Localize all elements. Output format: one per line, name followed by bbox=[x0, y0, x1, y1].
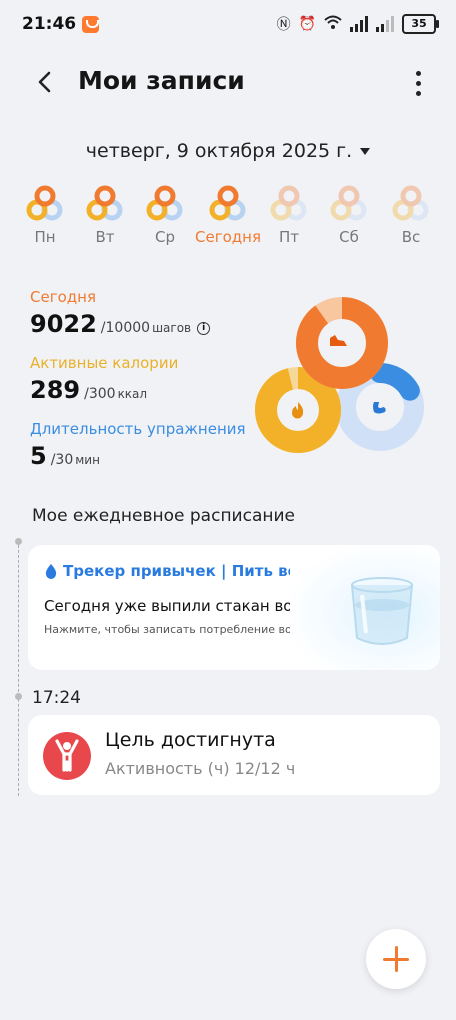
goal-title: Цель достигнута bbox=[105, 729, 276, 751]
more-options-button[interactable] bbox=[406, 66, 430, 100]
app-notification-icon bbox=[82, 16, 99, 33]
day-3[interactable]: Ср bbox=[135, 182, 195, 246]
steps-goal: /10000 bbox=[100, 320, 151, 336]
caret-down-icon bbox=[360, 148, 371, 155]
status-time: 21:46 bbox=[22, 14, 77, 34]
flame-icon bbox=[292, 402, 304, 419]
goal-achieved-card[interactable]: Цель достигнута Активность (ч) 12/12 ч bbox=[28, 715, 440, 795]
day-rings-icon bbox=[146, 185, 183, 221]
exercise-goal: /30 bbox=[50, 452, 74, 468]
day-label: Пт bbox=[278, 228, 300, 246]
wifi-icon bbox=[324, 15, 342, 33]
day-2[interactable]: Вт bbox=[75, 182, 135, 246]
exercise-value: 5/30 мин bbox=[30, 442, 270, 470]
day-rings-icon bbox=[392, 185, 429, 221]
exercise-unit: мин bbox=[75, 453, 100, 467]
day-label: Сегодня bbox=[195, 228, 261, 246]
nfc-icon: Ⓝ bbox=[276, 17, 291, 33]
day-1[interactable]: Пн bbox=[15, 182, 75, 246]
calories-unit: ккал bbox=[117, 387, 148, 401]
steps-value[interactable]: 9022/10000 шагов i bbox=[30, 310, 270, 338]
water-drop-icon bbox=[45, 564, 57, 579]
status-bar: 21:46 Ⓝ ⏰ 35 bbox=[0, 0, 456, 52]
week-strip: Пн Вт Ср Сегодня Пт Сб Вс bbox=[0, 182, 456, 254]
water-hint-text: Нажмите, чтобы записать потребление воды… bbox=[44, 623, 312, 636]
person-raising-arms-icon bbox=[43, 732, 91, 780]
date-label: четверг, 9 октября 2025 г. bbox=[85, 140, 353, 162]
shoe-icon bbox=[330, 335, 347, 346]
steps-label: Сегодня bbox=[30, 288, 96, 306]
back-button[interactable] bbox=[30, 66, 62, 98]
exercise-count: 5 bbox=[30, 442, 47, 470]
steps-count: 9022 bbox=[30, 310, 97, 338]
day-rings-icon bbox=[330, 185, 367, 221]
water-card-title: Трекер привычек | Пить воду bbox=[63, 562, 320, 580]
exercise-label: Длительность упражнения bbox=[30, 420, 246, 438]
water-question: Сегодня уже выпили стакан воды? bbox=[44, 597, 323, 615]
day-label: Пн bbox=[34, 228, 56, 246]
status-icons: Ⓝ ⏰ 35 bbox=[276, 14, 439, 34]
day-4[interactable]: Сегодня bbox=[195, 182, 261, 246]
signal-2-icon bbox=[376, 16, 394, 32]
timeline-dot bbox=[15, 538, 22, 545]
day-rings-icon bbox=[209, 185, 246, 221]
water-hint: Нажмите, чтобы записать потребление воды… bbox=[44, 623, 323, 636]
day-rings-icon bbox=[86, 185, 123, 221]
goal-subtitle: Активность (ч) 12/12 ч bbox=[105, 759, 296, 778]
calories-goal: /300 bbox=[84, 386, 116, 402]
back-arrow-icon bbox=[38, 71, 51, 93]
calories-label: Активные калории bbox=[30, 354, 179, 372]
day-rings-icon bbox=[26, 185, 63, 221]
day-label: Ср bbox=[155, 228, 175, 246]
app-header: Мои записи bbox=[0, 56, 456, 112]
calories-count: 289 bbox=[30, 376, 81, 404]
muscle-icon bbox=[373, 402, 386, 414]
signal-icon bbox=[350, 16, 368, 32]
day-7[interactable]: Вс bbox=[381, 182, 441, 246]
add-button[interactable] bbox=[366, 929, 426, 989]
steps-unit: шагов bbox=[152, 321, 192, 335]
activity-stats: Сегодня 9022/10000 шагов i Активные калори… bbox=[30, 288, 270, 486]
page-title: Мои записи bbox=[78, 66, 245, 95]
timeline-dot bbox=[15, 693, 22, 700]
more-vertical-icon bbox=[415, 70, 421, 76]
water-tracker-card[interactable]: Трекер привычек | Пить воду Сегодня уже … bbox=[28, 545, 440, 670]
water-card-header: Трекер привычек | Пить воду bbox=[44, 562, 320, 580]
schedule-title: Мое ежедневное расписание bbox=[32, 506, 295, 526]
water-glass-image bbox=[290, 545, 440, 670]
calories-value: 289/300 ккал bbox=[30, 376, 270, 404]
day-rings-icon bbox=[270, 185, 307, 221]
date-selector[interactable]: четверг, 9 октября 2025 г. bbox=[0, 140, 456, 162]
day-label: Сб bbox=[339, 228, 359, 246]
day-5[interactable]: Пт bbox=[259, 182, 319, 246]
info-icon[interactable]: i bbox=[197, 322, 211, 335]
activity-rings[interactable] bbox=[250, 290, 430, 470]
entry-time: 17:24 bbox=[32, 688, 81, 708]
battery-icon: 35 bbox=[402, 14, 439, 34]
day-label: Вс bbox=[401, 228, 421, 246]
day-6[interactable]: Сб bbox=[319, 182, 379, 246]
day-label: Вт bbox=[95, 228, 115, 246]
alarm-icon: ⏰ bbox=[298, 16, 316, 32]
timeline-line bbox=[18, 540, 21, 796]
